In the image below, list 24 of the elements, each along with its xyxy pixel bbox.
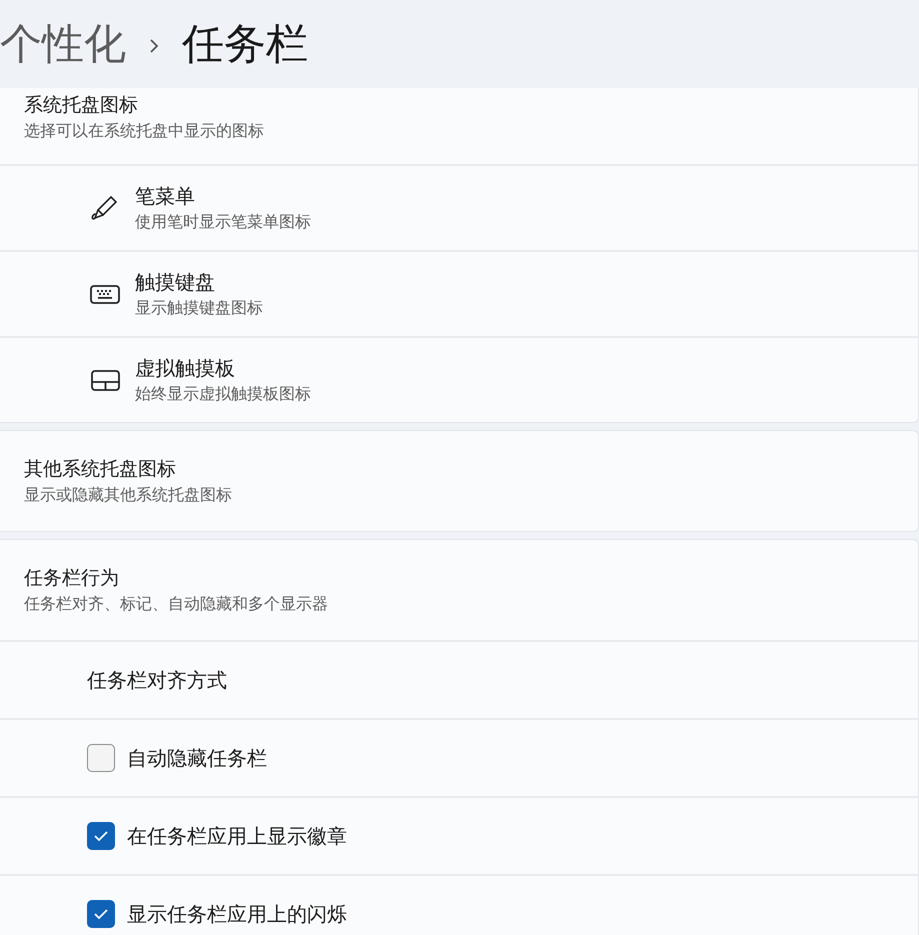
checkbox-label: 自动隐藏任务栏 [127,746,267,772]
section-title: 任务栏行为 [24,567,120,591]
section-title: 其他系统托盘图标 [24,458,177,482]
checkbox[interactable] [87,900,115,928]
breadcrumb-item: 任务栏 [182,23,308,65]
setting-label: 笔菜单 [135,185,196,210]
breadcrumb-item[interactable]: 个性化 [0,23,126,65]
setting-label: 触摸键盘 [135,271,216,296]
setting-label: 虚拟触摸板 [135,357,236,382]
setting-description: 显示触摸键盘图标 [135,299,263,319]
section-description: 任务栏对齐、标记、自动隐藏和多个显示器 [24,594,329,615]
setting-description: 始终显示虚拟触摸板图标 [135,384,311,405]
chevron-icon [148,37,160,55]
section-title: 系统托盘图标 [24,94,139,118]
checkbox-label: 显示任务栏应用上的闪烁 [127,902,347,928]
checkbox[interactable] [87,744,115,772]
checkbox-label: 在任务栏应用上显示徽章 [127,824,347,850]
checkbox[interactable] [87,822,115,850]
section-description: 显示或隐藏其他系统托盘图标 [24,486,233,506]
check-icon [93,908,109,920]
check-icon [93,830,109,842]
setting-label: 任务栏对齐方式 [87,668,227,694]
setting-description: 使用笔时显示笔菜单图标 [135,212,311,233]
section-description: 选择可以在系统托盘中显示的图标 [24,122,265,142]
